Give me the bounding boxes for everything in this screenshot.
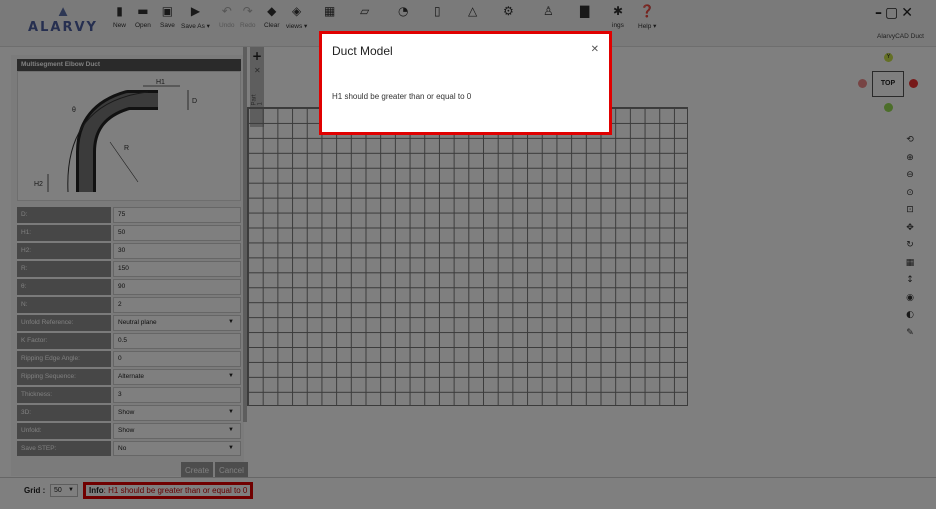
dialog-message: H1 should be greater than or equal to 0 <box>332 92 472 101</box>
duct-model-dialog: Duct Model ✕ H1 should be greater than o… <box>319 31 612 135</box>
dialog-title: Duct Model <box>332 44 393 58</box>
close-icon[interactable]: ✕ <box>591 44 599 55</box>
